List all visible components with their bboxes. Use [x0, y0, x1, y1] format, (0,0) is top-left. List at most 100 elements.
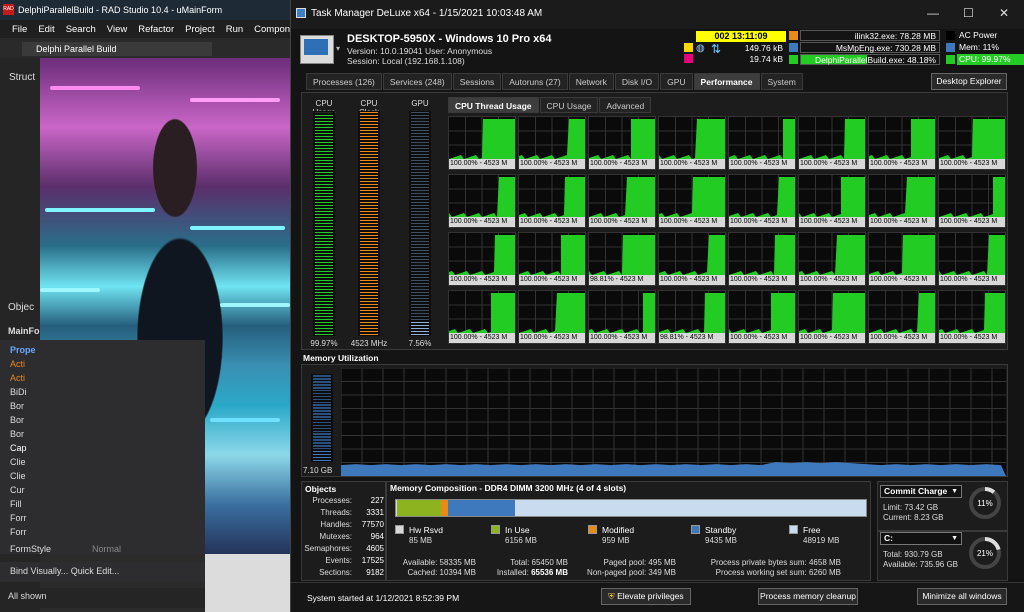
- cpu-thread-graph: [449, 117, 515, 159]
- gauge-2: [409, 111, 431, 336]
- memory-gauge-segment: [313, 418, 331, 421]
- ide-menu-item[interactable]: Run: [226, 24, 243, 38]
- maximize-icon[interactable]: ☐: [963, 6, 974, 20]
- cpu-thread-cell: 100.00% - 4523 M: [938, 232, 1006, 286]
- tab-disk[interactable]: Disk I/O: [614, 73, 660, 90]
- gauge-segment: [411, 258, 429, 260]
- cpu-thread-cell: 100.00% - 4523 M: [518, 290, 586, 344]
- drive-select[interactable]: C: ▼: [880, 532, 962, 545]
- tab-autoruns[interactable]: Autoruns (27): [502, 73, 568, 90]
- cpu-thread-caption: 98.81% - 4523 M: [589, 275, 655, 285]
- cpu-thread-cell: 100.00% - 4523 M: [938, 290, 1006, 344]
- cpu-thread-cell: 100.00% - 4523 M: [868, 174, 936, 228]
- tab-system[interactable]: System: [760, 73, 803, 90]
- gauge-segment: [411, 300, 429, 302]
- property-name[interactable]: Bor: [10, 429, 24, 439]
- tab-services[interactable]: Services (248): [382, 73, 452, 90]
- system-started: System started at 1/12/2021 8:52:39 PM: [307, 593, 460, 603]
- properties-label: Prope: [10, 345, 36, 355]
- ide-menu-item[interactable]: Project: [185, 24, 215, 38]
- property-name[interactable]: Acti: [10, 359, 25, 369]
- mem-total: Total: 65450 MB: [510, 558, 568, 567]
- gauge-segment: [315, 132, 333, 134]
- form-designer-tab[interactable]: Delphi Parallel Build: [22, 42, 212, 56]
- process-text: ilink32.exe: 78.28 MB: [854, 31, 936, 41]
- property-name[interactable]: Acti: [10, 373, 25, 383]
- cpu-thread-cell: 100.00% - 4523 M: [518, 116, 586, 170]
- gauge-segment: [360, 312, 378, 314]
- tab-network[interactable]: Network: [568, 73, 614, 90]
- property-name[interactable]: Forr: [10, 513, 27, 523]
- elevate-privileges-button[interactable]: ⛨ Elevate privileges: [601, 588, 691, 605]
- gauge-segment: [360, 240, 378, 242]
- gauge-segment: [360, 279, 378, 281]
- memory-gauge-segment: [313, 384, 331, 386]
- gauge-segment: [360, 225, 378, 227]
- bind-visually-link[interactable]: Bind Visually... Quick Edit...: [0, 562, 205, 582]
- cpu-thread-graph: [939, 175, 1005, 217]
- ide-menu-item[interactable]: Search: [66, 24, 96, 38]
- property-name[interactable]: Bor: [10, 415, 24, 425]
- commit-charge-select[interactable]: Commit Charge ▼: [880, 485, 962, 498]
- property-name[interactable]: Clie: [10, 471, 26, 481]
- object-value: 227: [370, 496, 384, 505]
- minimize-icon[interactable]: —: [927, 6, 939, 20]
- gauge-segment: [315, 225, 333, 227]
- gauge-segment: [411, 219, 429, 221]
- property-name[interactable]: BiDi: [10, 387, 27, 397]
- property-name[interactable]: Clie: [10, 457, 26, 467]
- cpu-thread-cell: 100.00% - 4523 M: [518, 174, 586, 228]
- gauge-value: 99.97%: [310, 339, 338, 348]
- gauge-segment: [315, 147, 333, 149]
- gauge-segment: [360, 330, 378, 332]
- subtab-advanced[interactable]: Advanced: [599, 97, 652, 113]
- desktop-explorer-button[interactable]: Desktop Explorer: [931, 73, 1007, 90]
- cpu-thread-cell: 100.00% - 4523 M: [728, 116, 796, 170]
- gauge-segment: [411, 321, 429, 323]
- host-dropdown-icon[interactable]: ▾: [336, 44, 340, 53]
- tab-sessions[interactable]: Sessions: [452, 73, 502, 90]
- subtab-cpu-thread-usage[interactable]: CPU Thread Usage: [448, 97, 539, 113]
- gauge-segment: [315, 189, 333, 191]
- gauge-segment: [360, 120, 378, 122]
- ide-menu-item[interactable]: File: [12, 24, 27, 38]
- property-name[interactable]: Forr: [10, 527, 27, 537]
- formstyle-value[interactable]: Normal: [92, 544, 121, 554]
- gauge-segment: [411, 315, 429, 317]
- tab-processes[interactable]: Processes (126): [306, 73, 382, 90]
- gauge-segment: [411, 234, 429, 236]
- gauge-segment: [411, 282, 429, 284]
- tab-performance[interactable]: Performance: [693, 73, 760, 90]
- property-name[interactable]: Cap: [10, 443, 27, 453]
- memory-gauge-segment: [313, 424, 331, 427]
- mem-working-set: Process working set sum: 6260 MB: [715, 568, 841, 577]
- gauge-segment: [315, 252, 333, 254]
- object-value: 9182: [366, 568, 384, 577]
- property-name[interactable]: Bor: [10, 401, 24, 411]
- close-icon[interactable]: ✕: [999, 6, 1009, 20]
- property-name[interactable]: Fill: [10, 499, 22, 509]
- gauge-segment: [411, 216, 429, 218]
- cpu-thread-caption: 100.00% - 4523 M: [659, 159, 725, 169]
- gauge-segment: [315, 198, 333, 200]
- gauge-segment: [315, 159, 333, 161]
- gauge-segment: [315, 312, 333, 314]
- tab-gpu[interactable]: GPU: [660, 73, 693, 90]
- minimize-all-windows-button[interactable]: Minimize all windows: [917, 588, 1007, 605]
- gauge-segment: [360, 234, 378, 236]
- ide-menu-item[interactable]: View: [107, 24, 127, 38]
- process-text: DelphiParallelBuild.exe: 48.18%: [815, 55, 936, 65]
- memory-composition-title: Memory Composition - DDR4 DIMM 3200 MHz …: [390, 483, 627, 493]
- ide-menu-item[interactable]: Refactor: [138, 24, 174, 38]
- top-process-1: MsMpEng.exe: 730.28 MB: [800, 42, 940, 53]
- property-name[interactable]: Cur: [10, 485, 25, 495]
- gauge-segment: [360, 162, 378, 164]
- process-memory-cleanup-button[interactable]: Process memory cleanup: [758, 588, 858, 605]
- cpu-thread-cell: 100.00% - 4523 M: [728, 290, 796, 344]
- gauge-segment: [315, 240, 333, 242]
- gauge-segment: [411, 138, 429, 140]
- subtab-cpu-usage[interactable]: CPU Usage: [539, 97, 599, 113]
- gauge-segment: [360, 180, 378, 182]
- process-color-square: [789, 55, 798, 64]
- ide-menu-item[interactable]: Edit: [38, 24, 54, 38]
